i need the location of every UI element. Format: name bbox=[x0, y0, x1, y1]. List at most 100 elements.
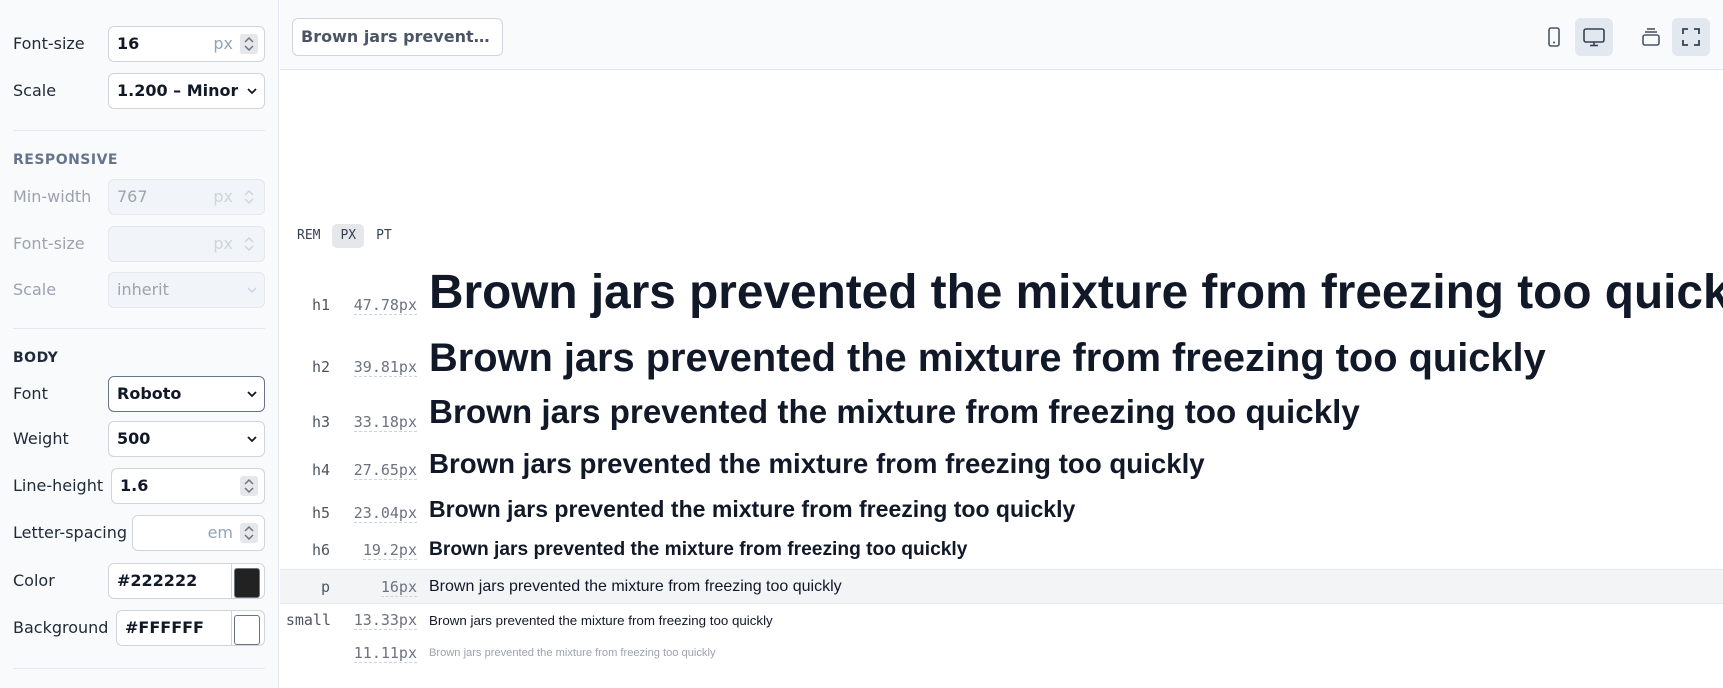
color-swatch[interactable] bbox=[234, 568, 260, 598]
min-width-value: 767 bbox=[117, 187, 148, 206]
responsive-font-size-label: Font-size bbox=[13, 234, 85, 253]
tab-px[interactable]: PX bbox=[332, 224, 365, 248]
scale-row-p: p 16px Brown jars prevented the mixture … bbox=[280, 569, 1723, 604]
divider bbox=[231, 564, 232, 598]
fullscreen-icon bbox=[1682, 28, 1700, 46]
desktop-view-button[interactable] bbox=[1575, 18, 1613, 56]
base-scale-value: 1.200 – Minor T... bbox=[117, 81, 238, 100]
scale-row-h2: h2 39.81px Brown jars prevented the mixt… bbox=[280, 334, 1723, 384]
stepper-icon[interactable] bbox=[240, 234, 258, 254]
min-width-unit: px bbox=[213, 187, 233, 206]
sample-h5: Brown jars prevented the mixture from fr… bbox=[429, 496, 1076, 522]
scale-row-h6: h6 19.2px Brown jars prevented the mixtu… bbox=[280, 537, 1723, 565]
scale-row-xsmall: 11.11px Brown jars prevented the mixture… bbox=[280, 643, 1723, 663]
color-label: Color bbox=[13, 571, 55, 590]
sample-text-input[interactable]: Brown jars prevented t... bbox=[292, 18, 503, 56]
responsive-scale-row: Scale inherit bbox=[0, 270, 279, 310]
stepper-icon[interactable] bbox=[240, 187, 258, 207]
tab-rem[interactable]: REM bbox=[289, 224, 328, 248]
tag-label: h4 bbox=[311, 461, 330, 479]
sample-h1: Brown jars prevented the mixture from fr… bbox=[429, 266, 1723, 319]
line-height-input[interactable]: 1.6 bbox=[111, 468, 265, 504]
tag-label: h3 bbox=[311, 413, 330, 431]
fullscreen-button[interactable] bbox=[1672, 18, 1710, 56]
divider bbox=[231, 611, 232, 645]
letter-spacing-unit: em bbox=[207, 523, 233, 542]
sample-small: Brown jars prevented the mixture from fr… bbox=[429, 613, 773, 628]
size-label: 19.2px bbox=[362, 541, 417, 560]
min-width-row: Min-width 767 px bbox=[0, 177, 279, 217]
font-select[interactable]: Roboto bbox=[108, 376, 265, 412]
color-row: Color #222222 bbox=[0, 561, 279, 601]
weight-value: 500 bbox=[117, 429, 151, 448]
base-scale-select[interactable]: 1.200 – Minor T... bbox=[108, 73, 265, 109]
line-height-row: Line-height 1.6 bbox=[0, 466, 279, 506]
letter-spacing-input[interactable]: em bbox=[132, 515, 265, 551]
color-input[interactable]: #222222 bbox=[108, 563, 265, 599]
mobile-icon bbox=[1548, 27, 1560, 47]
stepper-icon[interactable] bbox=[240, 476, 258, 496]
min-width-input[interactable]: 767 px bbox=[108, 179, 265, 215]
tab-pt[interactable]: PT bbox=[368, 224, 400, 248]
background-input[interactable]: #FFFFFF bbox=[116, 610, 265, 646]
weight-select[interactable]: 500 bbox=[108, 421, 265, 457]
tag-label: h6 bbox=[311, 541, 330, 559]
tag-label: h5 bbox=[311, 504, 330, 522]
tag-label: small bbox=[285, 611, 331, 629]
base-scale-row: Scale 1.200 – Minor T... bbox=[0, 71, 279, 111]
base-font-size-input[interactable]: 16 px bbox=[108, 26, 265, 62]
size-label: 33.18px bbox=[353, 413, 417, 432]
font-value: Roboto bbox=[117, 384, 182, 403]
background-label: Background bbox=[13, 618, 109, 637]
unit-tabs: REM PX PT bbox=[289, 224, 404, 248]
chevron-down-icon bbox=[247, 88, 257, 95]
desktop-icon bbox=[1583, 28, 1605, 47]
size-label: 47.78px bbox=[353, 296, 417, 315]
base-font-size-value: 16 bbox=[117, 34, 140, 53]
stepper-icon[interactable] bbox=[240, 523, 258, 543]
sample-p: Brown jars prevented the mixture from fr… bbox=[429, 578, 842, 595]
stack-view-button[interactable] bbox=[1632, 18, 1670, 56]
tag-label: h2 bbox=[311, 358, 330, 376]
divider bbox=[13, 130, 265, 131]
sample-h4: Brown jars prevented the mixture from fr… bbox=[429, 448, 1205, 479]
size-label: 39.81px bbox=[353, 358, 417, 377]
chevron-down-icon bbox=[247, 391, 257, 398]
layers-icon bbox=[1642, 28, 1660, 46]
scale-row-h5: h5 23.04px Brown jars prevented the mixt… bbox=[280, 495, 1723, 527]
size-label: 11.11px bbox=[353, 644, 417, 663]
tag-label: p bbox=[320, 578, 330, 596]
responsive-scale-select[interactable]: inherit bbox=[108, 272, 265, 308]
background-row: Background #FFFFFF bbox=[0, 608, 279, 648]
color-value: #222222 bbox=[117, 571, 198, 590]
sample-h6: Brown jars prevented the mixture from fr… bbox=[429, 539, 968, 560]
size-label: 16px bbox=[380, 578, 417, 597]
font-label: Font bbox=[13, 384, 48, 403]
mobile-view-button[interactable] bbox=[1535, 18, 1573, 56]
base-font-size-unit: px bbox=[213, 34, 233, 53]
tag-label: h1 bbox=[311, 296, 330, 314]
stepper-icon[interactable] bbox=[240, 34, 258, 54]
background-value: #FFFFFF bbox=[125, 618, 204, 637]
sample-xsmall: Brown jars prevented the mixture from fr… bbox=[429, 647, 716, 659]
letter-spacing-row: Letter-spacing em bbox=[0, 513, 279, 553]
body-heading: BODY bbox=[13, 350, 59, 366]
responsive-font-size-unit: px bbox=[213, 234, 233, 253]
responsive-scale-value: inherit bbox=[117, 280, 169, 299]
min-width-label: Min-width bbox=[13, 187, 92, 206]
base-font-size-row: Font-size 16 px bbox=[0, 24, 279, 64]
size-label: 23.04px bbox=[353, 504, 417, 523]
responsive-scale-label: Scale bbox=[13, 280, 57, 299]
sample-h3: Brown jars prevented the mixture from fr… bbox=[429, 394, 1360, 431]
size-label: 27.65px bbox=[353, 461, 417, 480]
settings-sidebar: Font-size 16 px Scale 1.200 – Minor T...… bbox=[0, 0, 279, 688]
background-swatch[interactable] bbox=[234, 615, 260, 645]
responsive-font-size-input[interactable]: px bbox=[108, 226, 265, 262]
preview-toolbar: Brown jars prevented t... bbox=[280, 0, 1723, 70]
line-height-label: Line-height bbox=[13, 476, 104, 495]
chevron-down-icon bbox=[247, 436, 257, 443]
letter-spacing-label: Letter-spacing bbox=[13, 523, 128, 542]
base-scale-label: Scale bbox=[13, 81, 57, 100]
responsive-heading: RESPONSIVE bbox=[13, 152, 118, 168]
scale-row-small: small 13.33px Brown jars prevented the m… bbox=[280, 610, 1723, 632]
